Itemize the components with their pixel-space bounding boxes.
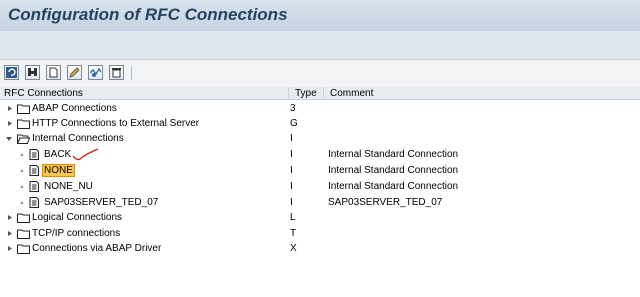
- change-button[interactable]: [67, 65, 82, 80]
- column-divider: [323, 87, 324, 100]
- folder-icon: [17, 244, 30, 254]
- type-cell: X: [290, 243, 297, 254]
- tree-node-label: Connections via ABAP Driver: [32, 243, 162, 254]
- change-icon: [69, 67, 80, 78]
- collapse-arrow-icon[interactable]: [5, 134, 13, 143]
- test-button[interactable]: [88, 65, 103, 80]
- comment-cell: Internal Standard Connection: [328, 181, 459, 192]
- type-cell: I: [290, 149, 293, 160]
- type-cell: I: [290, 181, 293, 192]
- tree-node-label: ABAP Connections: [32, 103, 117, 114]
- application-toolbar-area: [0, 30, 640, 60]
- tree-dot-icon: [21, 154, 23, 156]
- tree-leaf-label: BACK: [44, 149, 72, 160]
- column-header: RFC Connections Type Comment: [0, 87, 640, 100]
- comment-cell: SAP03SERVER_TED_07: [328, 197, 443, 208]
- expand-arrow-icon[interactable]: [6, 213, 14, 222]
- tree-dot-icon: [21, 186, 23, 188]
- tree-leaf-back[interactable]: BACK I Internal Standard Connection: [0, 147, 640, 162]
- document-icon: [29, 165, 39, 176]
- folder-icon: [17, 213, 30, 223]
- find-icon: [28, 68, 37, 76]
- red-check-mark: [72, 148, 99, 161]
- folder-icon: [17, 104, 30, 114]
- title-bar: Configuration of RFC Connections: [0, 0, 640, 30]
- tree-node-label: HTTP Connections to External Server: [32, 118, 200, 129]
- tree-node-tcpip-connections[interactable]: TCP/IP connections T: [0, 226, 640, 241]
- expand-arrow-icon[interactable]: [6, 119, 14, 128]
- test-icon: [90, 67, 101, 77]
- delete-button[interactable]: [109, 65, 124, 80]
- column-header-type[interactable]: Type: [295, 88, 317, 99]
- comment-cell: Internal Standard Connection: [328, 165, 459, 176]
- type-cell: I: [290, 165, 293, 176]
- document-icon: [29, 149, 39, 160]
- tree-node-logical-connections[interactable]: Logical Connections L: [0, 210, 640, 225]
- refresh-icon: [6, 67, 17, 78]
- type-cell: I: [290, 197, 293, 208]
- tree-dot-icon: [21, 202, 23, 204]
- trash-icon: [112, 68, 121, 78]
- expand-arrow-icon[interactable]: [6, 244, 14, 253]
- page-title: Configuration of RFC Connections: [8, 5, 288, 24]
- type-cell: 3: [290, 103, 296, 114]
- tree-node-http-connections[interactable]: HTTP Connections to External Server G: [0, 116, 640, 131]
- refresh-button[interactable]: [4, 65, 19, 80]
- type-cell: T: [290, 228, 297, 239]
- tree-node-label: Internal Connections: [32, 133, 124, 144]
- tree-leaf-label-selected: NONE: [42, 164, 75, 177]
- document-icon: [29, 197, 39, 208]
- expand-arrow-icon[interactable]: [6, 104, 14, 113]
- tree-leaf-sap03server[interactable]: SAP03SERVER_TED_07 I SAP03SERVER_TED_07: [0, 195, 640, 210]
- create-button[interactable]: [46, 65, 61, 80]
- tree-node-abap-connections[interactable]: ABAP Connections 3: [0, 101, 640, 116]
- folder-icon: [17, 229, 30, 239]
- column-header-rfc-connections[interactable]: RFC Connections: [4, 88, 83, 99]
- tree-node-label: Logical Connections: [32, 212, 123, 223]
- tree-leaf-none-nu[interactable]: NONE_NU I Internal Standard Connection: [0, 179, 640, 194]
- type-cell: L: [290, 212, 296, 223]
- document-icon: [29, 181, 39, 192]
- toolbar: [0, 60, 640, 87]
- create-icon: [49, 67, 58, 78]
- tree-node-internal-connections[interactable]: Internal Connections I: [0, 131, 640, 146]
- tree-node-abap-driver-connections[interactable]: Connections via ABAP Driver X: [0, 241, 640, 256]
- column-header-comment[interactable]: Comment: [330, 88, 373, 99]
- comment-cell: Internal Standard Connection: [328, 149, 459, 160]
- open-folder-icon: [17, 134, 30, 144]
- find-button[interactable]: [25, 65, 40, 80]
- type-cell: I: [290, 133, 293, 144]
- tree-leaf-label: SAP03SERVER_TED_07: [44, 197, 159, 208]
- tree-node-label: TCP/IP connections: [32, 228, 121, 239]
- folder-icon: [17, 119, 30, 129]
- expand-arrow-icon[interactable]: [6, 229, 14, 238]
- tree-leaf-none[interactable]: NONE I Internal Standard Connection: [0, 163, 640, 178]
- type-cell: G: [290, 118, 298, 129]
- tree-leaf-label: NONE_NU: [44, 181, 93, 192]
- tree-dot-icon: [21, 170, 23, 172]
- toolbar-separator: [131, 66, 132, 80]
- rfc-tree: ABAP Connections 3 HTTP Connections to E…: [0, 100, 640, 297]
